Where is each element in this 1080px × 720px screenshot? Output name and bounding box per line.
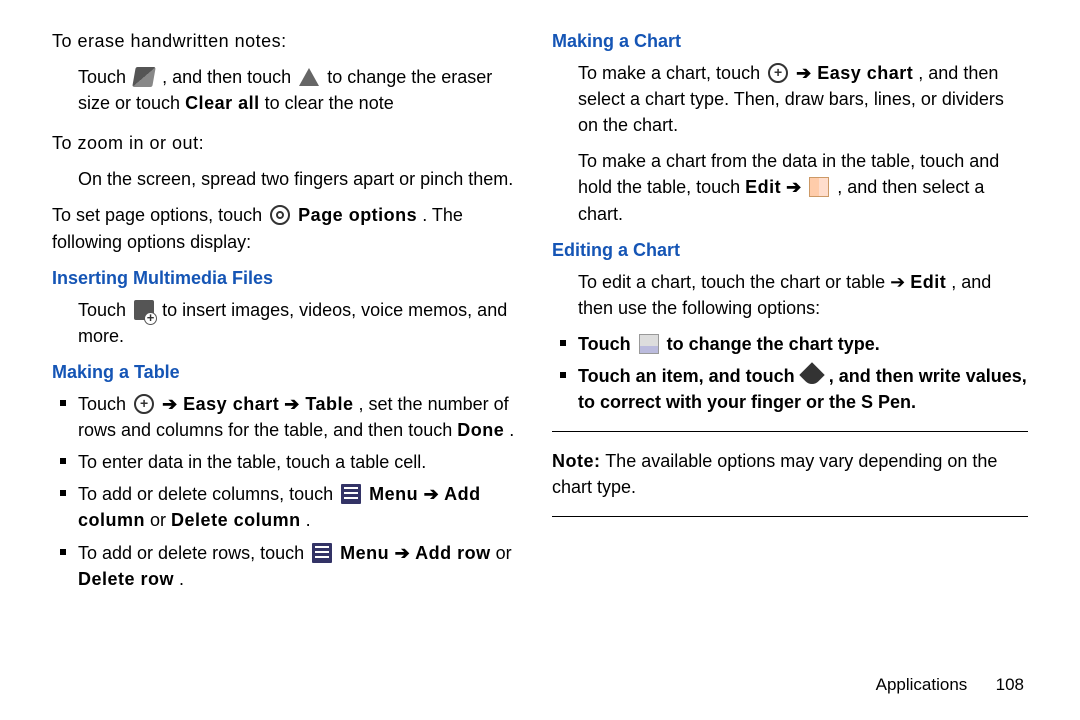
- zoom-instruction: On the screen, spread two fingers apart …: [78, 166, 528, 192]
- easy-chart-label: Easy chart: [817, 63, 913, 83]
- page-number: 108: [996, 675, 1024, 694]
- chart-from-table-instruction: To make a chart from the data in the tab…: [578, 148, 1028, 226]
- delete-column-label: Delete column: [171, 510, 301, 530]
- text: .: [179, 569, 184, 589]
- eraser-icon: [132, 67, 156, 87]
- text: or: [496, 543, 512, 563]
- text: To edit a chart, touch the chart or tabl…: [578, 272, 910, 292]
- bullet-icon: [60, 400, 66, 406]
- page-options-label: Page options: [298, 205, 417, 225]
- transform-icon: [809, 177, 829, 197]
- edit-label: Edit: [745, 177, 781, 197]
- divider: [552, 516, 1028, 517]
- bullet-icon: [60, 549, 66, 555]
- text: To add or delete columns, touch: [78, 484, 338, 504]
- bullet-icon: [560, 372, 566, 378]
- note-text: The available options may vary depending…: [552, 451, 997, 497]
- list-item: To add or delete columns, touch Menu ➔ A…: [52, 481, 528, 533]
- left-column: To erase handwritten notes: Touch , and …: [40, 28, 540, 700]
- text: Menu ➔: [369, 484, 444, 504]
- text: to clear the note: [265, 93, 394, 113]
- list-item: Touch ➔ Easy chart ➔ Table , set the num…: [52, 391, 528, 443]
- menu-icon: [312, 543, 332, 563]
- text: To add or delete rows, touch: [78, 543, 309, 563]
- text: or: [150, 510, 171, 530]
- text: Touch: [578, 334, 636, 354]
- text: , and then touch: [162, 67, 296, 87]
- text: .: [306, 510, 311, 530]
- edit-chart-instruction: To edit a chart, touch the chart or tabl…: [578, 269, 1028, 321]
- page-footer: Applications 108: [876, 673, 1024, 698]
- text: ➔: [284, 394, 305, 414]
- heading-making-table: Making a Table: [52, 359, 528, 385]
- list-item: Touch an item, and touch , and then writ…: [552, 363, 1028, 415]
- zoom-heading: To zoom in or out:: [52, 130, 528, 156]
- text: ➔: [796, 63, 817, 83]
- chart-type-icon: [639, 334, 659, 354]
- erase-instruction: Touch , and then touch to change the era…: [78, 64, 528, 116]
- heading-editing-chart: Editing a Chart: [552, 237, 1028, 263]
- text: Touch: [78, 67, 131, 87]
- pen-icon: [799, 362, 824, 387]
- text: To enter data in the table, touch a tabl…: [78, 449, 528, 475]
- divider: [552, 431, 1028, 432]
- text: Touch an item, and touch: [578, 366, 800, 386]
- menu-icon: [341, 484, 361, 504]
- table-label: Table: [305, 394, 353, 414]
- text: ➔: [786, 177, 806, 197]
- clear-all-label: Clear all: [185, 93, 260, 113]
- text: Menu ➔: [340, 543, 415, 563]
- text: To set page options, touch: [52, 205, 267, 225]
- add-row-label: Add row: [415, 543, 491, 563]
- text: To make a chart, touch: [578, 63, 765, 83]
- note-line: Note: The available options may vary dep…: [552, 448, 1028, 500]
- text: .: [509, 420, 514, 440]
- note-label: Note:: [552, 451, 601, 471]
- bullet-icon: [560, 340, 566, 346]
- eraser-settings-icon: [299, 68, 319, 86]
- list-item: To add or delete rows, touch Menu ➔ Add …: [52, 540, 528, 592]
- gear-icon: [270, 205, 290, 225]
- right-column: Making a Chart To make a chart, touch ➔ …: [540, 28, 1040, 700]
- make-chart-instruction: To make a chart, touch ➔ Easy chart , an…: [578, 60, 1028, 138]
- text: to change the chart type.: [667, 334, 880, 354]
- delete-row-label: Delete row: [78, 569, 174, 589]
- section-name: Applications: [876, 675, 968, 694]
- heading-making-chart: Making a Chart: [552, 28, 1028, 54]
- bullet-icon: [60, 458, 66, 464]
- insert-instruction: Touch to insert images, videos, voice me…: [78, 297, 528, 349]
- list-item: Touch to change the chart type.: [552, 331, 1028, 357]
- bullet-icon: [60, 490, 66, 496]
- done-label: Done: [457, 420, 504, 440]
- heading-inserting-multimedia: Inserting Multimedia Files: [52, 265, 528, 291]
- text: Touch: [78, 300, 131, 320]
- edit-label: Edit: [910, 272, 946, 292]
- erase-heading: To erase handwritten notes:: [52, 28, 528, 54]
- easy-chart-label: Easy chart: [183, 394, 279, 414]
- list-item: To enter data in the table, touch a tabl…: [52, 449, 528, 475]
- insert-media-icon: [134, 300, 154, 320]
- page-options-line: To set page options, touch Page options …: [52, 202, 528, 254]
- text: Touch: [78, 394, 131, 414]
- text: ➔: [162, 394, 183, 414]
- plus-circle-icon: [134, 394, 154, 414]
- plus-circle-icon: [768, 63, 788, 83]
